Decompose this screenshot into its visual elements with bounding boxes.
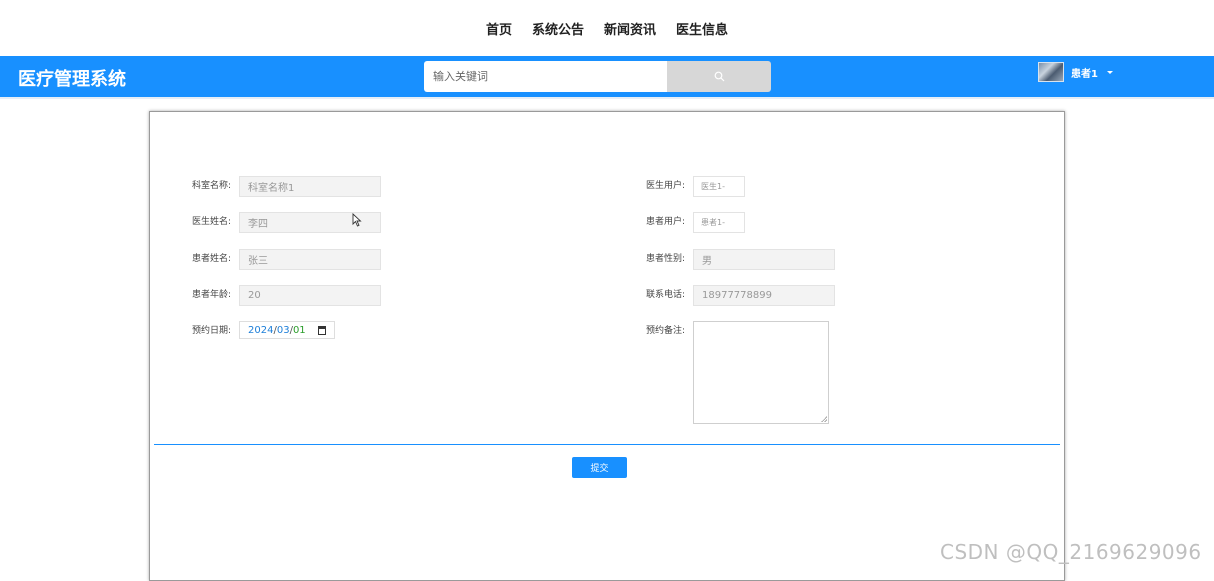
- nav-item-announcements[interactable]: 系统公告: [532, 19, 584, 38]
- nav-item-news[interactable]: 新闻资讯: [604, 19, 656, 38]
- phone-label: 联系电话:: [646, 290, 686, 300]
- appointment-date-field[interactable]: 2024/03/01: [239, 321, 335, 339]
- header-divider: [0, 97, 1214, 99]
- form-divider: [154, 444, 1060, 445]
- user-menu[interactable]: 患者1: [1038, 62, 1113, 82]
- nav-item-home[interactable]: 首页: [486, 19, 512, 38]
- calendar-icon[interactable]: [317, 325, 326, 335]
- doctor-user-field[interactable]: 医生1-: [693, 176, 745, 197]
- appointment-date-label: 预约日期:: [192, 326, 232, 336]
- chevron-down-icon: [1106, 70, 1113, 74]
- doctor-user-label: 医生用户:: [646, 181, 686, 191]
- mouse-cursor-icon: [352, 213, 362, 227]
- avatar: [1038, 62, 1064, 82]
- search-button[interactable]: [667, 61, 771, 92]
- top-nav: 首页 系统公告 新闻资讯 医生信息: [0, 0, 1214, 56]
- app-title: 医疗管理系统: [18, 69, 126, 90]
- username: 患者1: [1071, 68, 1098, 80]
- patient-name-field[interactable]: 张三: [239, 249, 381, 270]
- patient-age-label: 患者年龄:: [192, 290, 232, 300]
- watermark: CSDN @QQ_2169629096: [940, 540, 1202, 564]
- appointment-form-card: 科室名称: 科室名称1 医生姓名: 李四 患者姓名: 张三 患者年龄: 20 预…: [149, 111, 1065, 581]
- department-field[interactable]: 科室名称1: [239, 176, 381, 197]
- header-bar: 医疗管理系统 患者1: [0, 56, 1214, 97]
- patient-user-label: 患者用户:: [646, 217, 686, 227]
- appointment-note-label: 预约备注:: [646, 326, 686, 336]
- date-day: 01: [292, 324, 306, 336]
- appointment-note-textarea[interactable]: [693, 321, 829, 424]
- patient-name-label: 患者姓名:: [192, 254, 232, 264]
- search-input[interactable]: [424, 61, 667, 92]
- phone-field[interactable]: 18977778899: [693, 285, 835, 306]
- resize-handle-icon[interactable]: [821, 416, 827, 422]
- date-year: 2024: [248, 324, 274, 336]
- patient-age-field[interactable]: 20: [239, 285, 381, 306]
- nav-item-doctors[interactable]: 医生信息: [676, 19, 728, 38]
- patient-gender-field[interactable]: 男: [693, 249, 835, 270]
- department-label: 科室名称:: [192, 181, 232, 191]
- date-month: 03: [276, 324, 290, 336]
- doctor-name-label: 医生姓名:: [192, 217, 232, 227]
- submit-button[interactable]: 提交: [572, 457, 627, 478]
- patient-user-field[interactable]: 患者1-: [693, 212, 745, 233]
- patient-gender-label: 患者性别:: [646, 254, 686, 264]
- search-icon: [714, 71, 724, 82]
